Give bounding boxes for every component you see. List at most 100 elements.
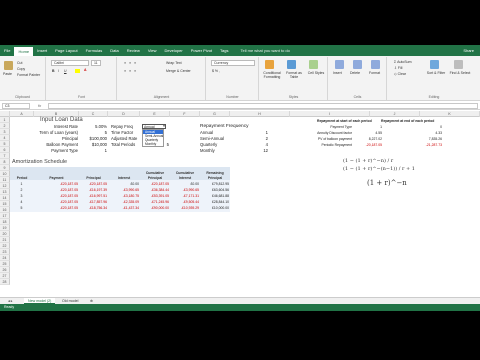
schedule-header: Payment: [49, 175, 64, 180]
fill-color-icon[interactable]: [75, 69, 80, 73]
tab-tags[interactable]: Tags: [216, 48, 232, 53]
tell-me-search[interactable]: Tell me what you want to do: [241, 48, 290, 53]
paste-icon[interactable]: [4, 61, 13, 70]
number-format-combo[interactable]: Currency: [211, 60, 255, 66]
font-name-combo[interactable]: Calibri: [51, 60, 89, 66]
insert-button[interactable]: Insert: [333, 71, 342, 75]
formula-input[interactable]: [48, 103, 478, 109]
alignment-label: Alignment: [153, 95, 170, 99]
col-header-k[interactable]: K: [420, 111, 480, 117]
right-row-start-value: -20,187.05: [365, 143, 382, 147]
col-header-g[interactable]: G: [200, 111, 230, 117]
schedule-cell[interactable]: -£90,000.00: [140, 205, 169, 211]
bold-button[interactable]: B: [52, 69, 55, 73]
schedule-cell[interactable]: -£10,939.29: [170, 205, 199, 211]
dropdown-option[interactable]: Monthly: [143, 142, 163, 146]
col-header-h[interactable]: H: [230, 111, 290, 117]
merge-center-button[interactable]: Merge & Center: [166, 69, 191, 73]
col-header-a[interactable]: A: [10, 111, 34, 117]
col-header-d[interactable]: D: [108, 111, 140, 117]
fill-button[interactable]: ⇩ Fill: [394, 66, 402, 70]
col-header-c[interactable]: C: [79, 111, 108, 117]
indent-icons[interactable]: ≡ ≡ ≡: [124, 69, 137, 73]
cell-styles-button[interactable]: Cell Styles: [306, 71, 326, 75]
col-header-f[interactable]: F: [170, 111, 200, 117]
schedule-header: Period: [16, 175, 28, 180]
editing-label: Editing: [428, 95, 440, 99]
schedule-header: Cumulative Principal: [145, 171, 165, 180]
format-painter-button[interactable]: Format Painter: [17, 73, 40, 77]
schedule-cell[interactable]: -£20,187.05: [34, 205, 78, 211]
ribbon: Paste Cut Copy Format Painter Clipboard …: [0, 56, 480, 101]
italic-button[interactable]: I: [58, 69, 59, 73]
number-format-icons[interactable]: $ % ,: [212, 69, 220, 73]
ribbon-tab-bar: File Home Insert Page Layout Formulas Da…: [0, 45, 480, 56]
align-icons[interactable]: ≡ ≡ ≡: [124, 61, 137, 65]
format-button[interactable]: Format: [369, 71, 380, 75]
repay-freq-dropdown: Annual Semi-Annual Quarterly Monthly: [142, 129, 164, 147]
find-select-icon[interactable]: [454, 60, 463, 69]
clipboard-group: Paste Cut Copy Format Painter Clipboard: [0, 57, 46, 100]
col-header-j[interactable]: J: [370, 111, 420, 117]
fx-icon[interactable]: fx: [38, 103, 41, 108]
sort-filter-icon[interactable]: [430, 60, 439, 69]
format-as-table-button[interactable]: Format as Table: [283, 71, 305, 79]
schedule-cell[interactable]: 5: [10, 205, 33, 211]
worksheet-grid[interactable]: A B C D E F G H I J K 1 2 3 4 5 6 7 8 9 10 11 12 13 1…: [0, 111, 480, 297]
paste-button[interactable]: Paste: [3, 72, 12, 76]
autosum-label: AutoSum: [397, 60, 412, 64]
freq-value: 12: [263, 148, 268, 153]
sort-filter-button[interactable]: Sort & Filter: [425, 71, 447, 75]
copy-button[interactable]: Copy: [17, 67, 25, 71]
tab-insert[interactable]: Insert: [33, 48, 51, 53]
font-group: Calibri 11 B I U A Font: [47, 57, 117, 100]
delete-button[interactable]: Delete: [350, 71, 360, 75]
clear-button[interactable]: ◇ Clear: [394, 72, 406, 76]
insert-cells-icon[interactable]: [335, 60, 344, 69]
format-cells-icon[interactable]: [371, 60, 380, 69]
conditional-formatting-button[interactable]: Conditional Formatting: [261, 71, 283, 79]
number-label: Number: [226, 95, 239, 99]
tab-review[interactable]: Review: [123, 48, 144, 53]
tab-developer[interactable]: Developer: [160, 48, 186, 53]
formula-bar: C3 fx: [0, 102, 480, 110]
tab-page-layout[interactable]: Page Layout: [51, 48, 81, 53]
schedule-cell[interactable]: £10,000.00: [200, 205, 229, 211]
delete-cells-icon[interactable]: [353, 60, 362, 69]
payment-type-value[interactable]: 1: [80, 148, 107, 154]
underline-button[interactable]: U: [64, 69, 67, 73]
font-color-icon[interactable]: A: [84, 68, 87, 72]
tab-power-pivot[interactable]: Power Pivot: [187, 48, 216, 53]
tab-home[interactable]: Home: [14, 47, 34, 56]
find-select-button[interactable]: Find & Select: [449, 71, 471, 75]
format-as-table-icon[interactable]: [287, 60, 296, 69]
schedule-cell[interactable]: -£1,437.34: [108, 205, 139, 211]
col-header-i[interactable]: I: [290, 111, 370, 117]
alignment-group: ≡ ≡ ≡ ≡ ≡ ≡ Wrap Text Merge & Center Ali…: [118, 57, 206, 100]
share-button[interactable]: Share: [463, 48, 480, 53]
font-size-combo[interactable]: 11: [91, 60, 101, 66]
schedule-header: Cumulative Interest: [175, 171, 195, 180]
conditional-formatting-icon[interactable]: [265, 60, 274, 69]
tab-data[interactable]: Data: [106, 48, 122, 53]
name-box[interactable]: C3: [2, 103, 30, 109]
schedule-cell[interactable]: -£18,756.34: [79, 205, 107, 211]
cell-styles-icon[interactable]: [309, 60, 318, 69]
annuity-formula-end: (1 − (1 + r)^−n) / r: [343, 158, 394, 164]
wrap-text-button[interactable]: Wrap Text: [166, 61, 182, 65]
tab-view[interactable]: View: [144, 48, 161, 53]
right-row-end-value: -21,287.73: [425, 143, 442, 147]
tab-file[interactable]: File: [0, 48, 14, 53]
cut-button[interactable]: Cut: [17, 61, 22, 65]
sheet-tab-bar: ◂ ▸ New model (2) Old model ⊕: [0, 297, 480, 304]
discount-formula: (1 + r)^−n: [367, 179, 407, 187]
input-title: Input Loan Data: [40, 117, 83, 123]
schedule-title: Amortization Schedule: [12, 159, 68, 165]
autosum-button[interactable]: Σ AutoSum: [394, 60, 412, 64]
row-header[interactable]: 28: [0, 279, 10, 285]
clear-label: Clear: [397, 72, 407, 76]
col-header-e[interactable]: E: [140, 111, 170, 117]
annuity-formula-start: (1 − (1 + r)^−(n−1)) / r + 1: [343, 166, 415, 172]
tab-formulas[interactable]: Formulas: [82, 48, 107, 53]
styles-label: Styles: [288, 95, 299, 99]
